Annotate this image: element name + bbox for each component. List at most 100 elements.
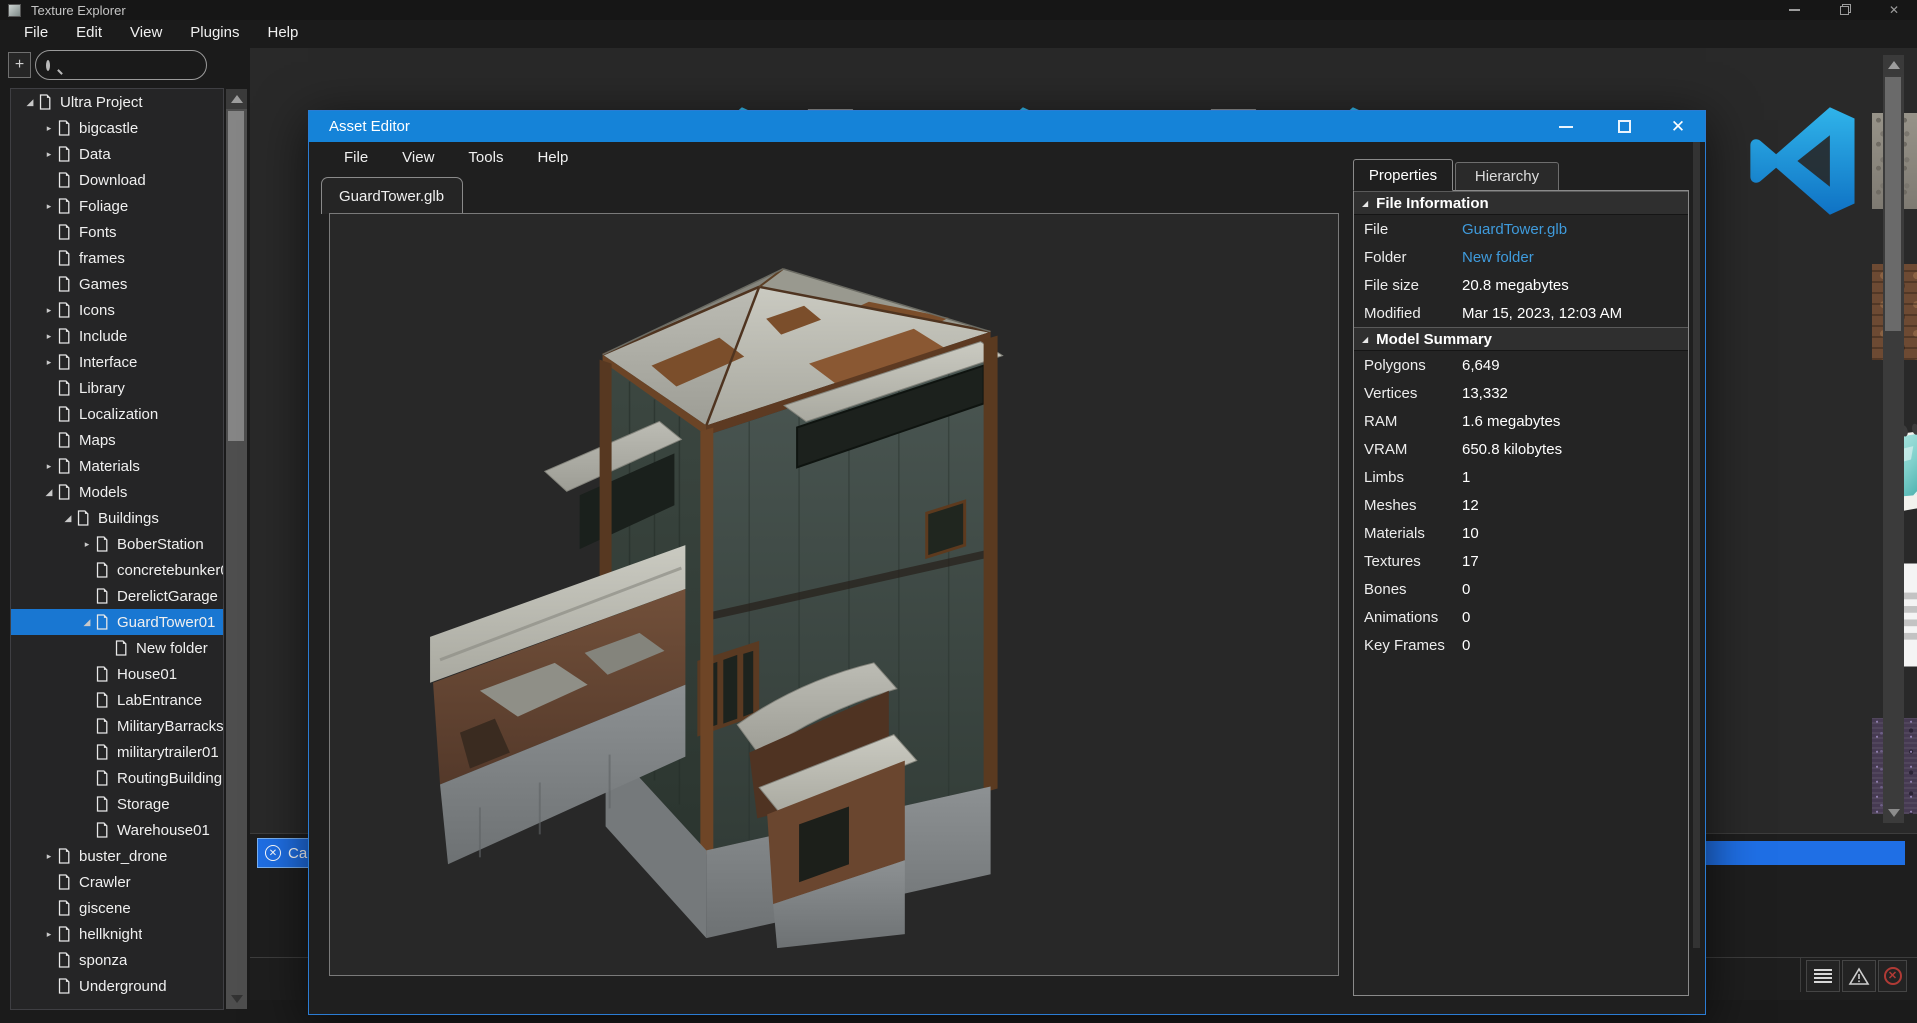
tree-item-underground[interactable]: Underground [11, 973, 223, 999]
model-3d-view[interactable] [329, 213, 1339, 976]
tree-item-guardtower01[interactable]: ◢ GuardTower01 [11, 609, 223, 635]
scroll-up-icon[interactable] [226, 89, 247, 109]
tree-item-derelictgarage[interactable]: DerelictGarage [11, 583, 223, 609]
minimize-button[interactable] [1547, 113, 1585, 140]
menu-item-file[interactable]: File [327, 149, 385, 166]
add-button[interactable]: + [8, 52, 31, 78]
file-icon [56, 457, 72, 475]
property-value: 0 [1462, 609, 1470, 626]
tree-item-buster-drone[interactable]: ▸ buster_drone [11, 843, 223, 869]
scroll-up-icon[interactable] [1883, 55, 1904, 75]
tree-item-house01[interactable]: House01 [11, 661, 223, 687]
property-value[interactable]: New folder [1462, 249, 1534, 266]
menu-item-file[interactable]: File [10, 20, 62, 46]
tree-item-frames[interactable]: frames [11, 245, 223, 271]
expander-icon[interactable]: ▸ [42, 201, 56, 212]
asset-editor-titlebar[interactable]: Asset Editor ✕ [309, 111, 1705, 142]
tree-item-games[interactable]: Games [11, 271, 223, 297]
tree-item-routingbuilding[interactable]: RoutingBuilding [11, 765, 223, 791]
menu-item-view[interactable]: View [116, 20, 176, 46]
expander-icon[interactable]: ◢ [23, 97, 37, 108]
tree-item-models[interactable]: ◢ Models [11, 479, 223, 505]
minimize-button[interactable] [1783, 2, 1805, 18]
tree-item-labentrance[interactable]: LabEntrance [11, 687, 223, 713]
tab-hierarchy[interactable]: Hierarchy [1455, 162, 1559, 191]
expander-icon[interactable]: ◢ [80, 617, 94, 628]
maximize-button[interactable] [1605, 113, 1643, 140]
tree-item-concretebunker01[interactable]: concretebunker01 [11, 557, 223, 583]
close-button[interactable]: ✕ [1883, 2, 1905, 18]
close-button[interactable]: ✕ [1659, 113, 1697, 140]
expander-icon[interactable]: ▸ [42, 929, 56, 940]
tree-item-ultra-project[interactable]: ◢ Ultra Project [11, 89, 223, 115]
scrollbar-thumb[interactable] [1885, 77, 1901, 331]
tree-item-boberstation[interactable]: ▸ BoberStation [11, 531, 223, 557]
expander-icon[interactable]: ▸ [42, 149, 56, 160]
scrollbar-thumb[interactable] [228, 111, 244, 441]
expander-icon[interactable]: ▸ [80, 539, 94, 550]
section-model-summary[interactable]: ◢ Model Summary [1354, 327, 1688, 351]
tree-item-include[interactable]: ▸ Include [11, 323, 223, 349]
warning-icon [1848, 967, 1870, 986]
expander-icon[interactable]: ◢ [42, 487, 56, 498]
expander-icon[interactable]: ▸ [42, 305, 56, 316]
warnings-button[interactable] [1842, 960, 1876, 992]
tree-scrollbar[interactable] [226, 89, 247, 1009]
expander-icon[interactable]: ▸ [42, 123, 56, 134]
tree-item-download[interactable]: Download [11, 167, 223, 193]
tree-item-fonts[interactable]: Fonts [11, 219, 223, 245]
scroll-down-icon[interactable] [1883, 803, 1904, 823]
file-item-itf[interactable]: ITF [1845, 559, 1917, 729]
file-icon [56, 977, 72, 995]
file-item-k-[interactable]: k.... [1845, 256, 1917, 426]
section-file-information[interactable]: ◢ File Information [1354, 191, 1688, 215]
tree-item-buildings[interactable]: ◢ Buildings [11, 505, 223, 531]
menu-item-help[interactable]: Help [253, 20, 312, 46]
tree-item-sponza[interactable]: sponza [11, 947, 223, 973]
file-item-1-[interactable]: 1.... [1845, 105, 1917, 275]
expander-icon[interactable]: ▸ [42, 461, 56, 472]
properties-scrollbar[interactable] [1693, 142, 1700, 948]
tree-item-bigcastle[interactable]: ▸ bigcastle [11, 115, 223, 141]
menu-item-help[interactable]: Help [520, 149, 585, 166]
tree-item-library[interactable]: Library [11, 375, 223, 401]
tree-item-new-folder[interactable]: New folder [11, 635, 223, 661]
tab-properties[interactable]: Properties [1353, 159, 1453, 191]
tree-item-crawler[interactable]: Crawler [11, 869, 223, 895]
tree-item-materials[interactable]: ▸ Materials [11, 453, 223, 479]
menu-item-tools[interactable]: Tools [451, 149, 520, 166]
property-value[interactable]: GuardTower.glb [1462, 221, 1567, 238]
file-item-hat[interactable]: hat [1845, 408, 1917, 578]
tree-item-maps[interactable]: Maps [11, 427, 223, 453]
tree-item-militarybarracks[interactable]: MilitaryBarracks [11, 713, 223, 739]
tree-item-warehouse01[interactable]: Warehouse01 [11, 817, 223, 843]
expander-icon[interactable]: ▸ [42, 331, 56, 342]
expander-icon[interactable]: ◢ [61, 513, 75, 524]
errors-button[interactable]: ✕ [1878, 960, 1907, 992]
tree-item-hellknight[interactable]: ▸ hellknight [11, 921, 223, 947]
grid-scrollbar[interactable] [1883, 55, 1904, 823]
expander-icon[interactable]: ▸ [42, 357, 56, 368]
scroll-down-icon[interactable] [226, 989, 247, 1009]
tab-guardtower-glb[interactable]: GuardTower.glb [321, 177, 463, 214]
tree-item-data[interactable]: ▸ Data [11, 141, 223, 167]
tree-item-interface[interactable]: ▸ Interface [11, 349, 223, 375]
tree-item-foliage[interactable]: ▸ Foliage [11, 193, 223, 219]
menu-item-edit[interactable]: Edit [62, 20, 116, 46]
restore-button[interactable] [1833, 2, 1855, 18]
search-input[interactable] [50, 57, 247, 73]
tree-item-localization[interactable]: Localization [11, 401, 223, 427]
tree-item-storage[interactable]: Storage [11, 791, 223, 817]
tree-item-icons[interactable]: ▸ Icons [11, 297, 223, 323]
tree-item-label: Library [79, 380, 125, 397]
selected-row-highlight[interactable] [1700, 841, 1905, 865]
tree-item-militarytrailer01[interactable]: militarytrailer01 [11, 739, 223, 765]
list-view-button[interactable] [1806, 960, 1840, 992]
menu-item-view[interactable]: View [385, 149, 451, 166]
expander-icon[interactable]: ▸ [42, 851, 56, 862]
tree-item-giscene[interactable]: giscene [11, 895, 223, 921]
menu-item-plugins[interactable]: Plugins [176, 20, 253, 46]
file-icon [56, 951, 72, 969]
search-box[interactable] [35, 50, 207, 80]
file-icon [56, 847, 72, 865]
